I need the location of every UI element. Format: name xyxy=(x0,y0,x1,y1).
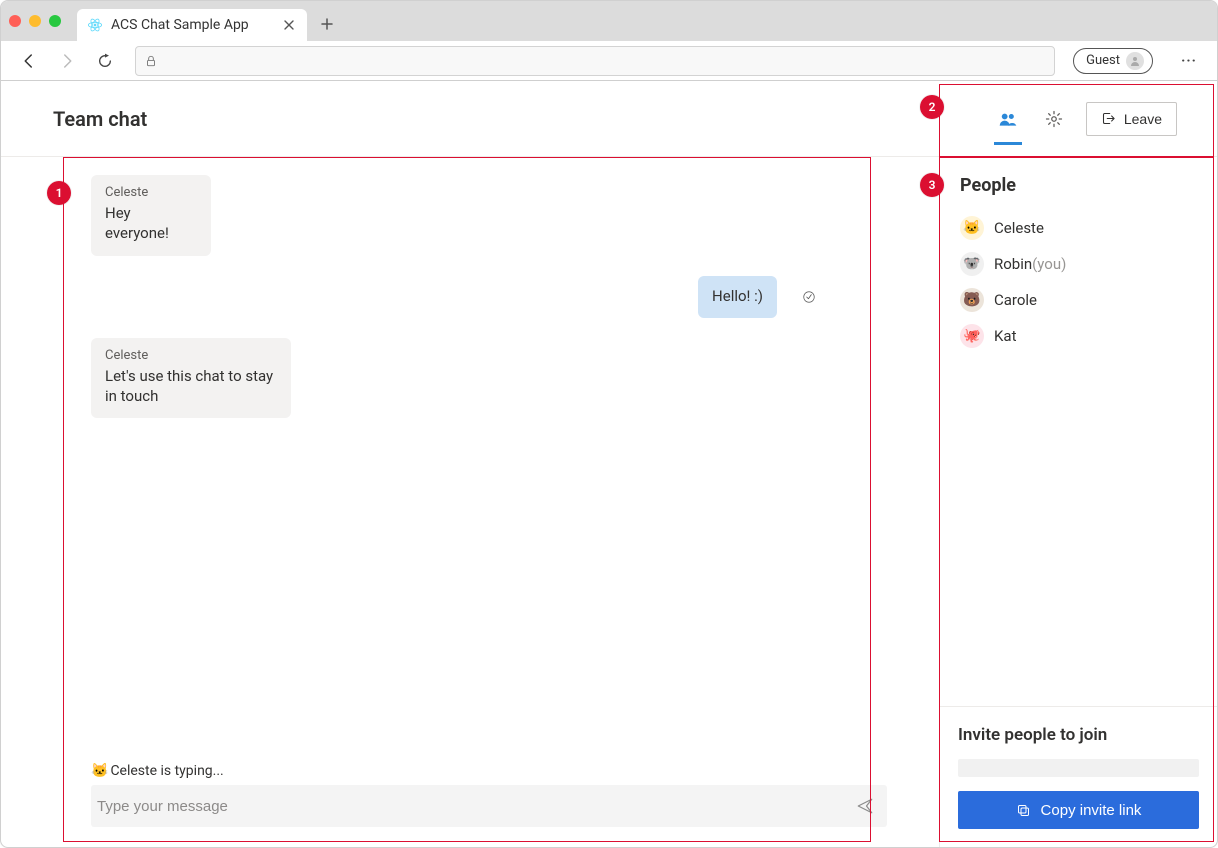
react-favicon-icon xyxy=(87,17,103,33)
address-bar: Guest ··· xyxy=(1,41,1217,81)
person-row[interactable]: 🐨 Robin(you) xyxy=(958,246,1199,282)
message-text: Hey everyone! xyxy=(105,203,197,244)
header-actions: Leave xyxy=(994,101,1177,137)
app-root: 1 2 3 Team chat Leave xyxy=(1,81,1217,847)
window-close-icon[interactable] xyxy=(9,15,21,27)
message-row: Hello! :) xyxy=(91,276,887,318)
tab-bar: ACS Chat Sample App xyxy=(1,1,1217,41)
leave-button-label: Leave xyxy=(1124,111,1162,127)
person-row[interactable]: 🐙 Kat xyxy=(958,318,1199,354)
person-avatar-icon: 🐙 xyxy=(960,324,984,348)
settings-tab-button[interactable] xyxy=(1040,101,1068,137)
window-controls xyxy=(9,15,61,27)
people-heading: People xyxy=(960,175,1199,196)
message-sender: Celeste xyxy=(105,348,277,363)
message-bubble-outgoing: Hello! :) xyxy=(698,276,777,318)
message-text: Hello! :) xyxy=(712,286,763,306)
browser-tab[interactable]: ACS Chat Sample App xyxy=(77,9,307,41)
lock-icon xyxy=(144,54,158,68)
message-sender: Celeste xyxy=(105,185,197,200)
message-input[interactable] xyxy=(97,798,853,815)
callout-1: 1 xyxy=(47,181,71,205)
leave-icon xyxy=(1101,111,1116,126)
typing-avatar-icon: 🐱 xyxy=(91,763,108,779)
you-suffix: (you) xyxy=(1032,255,1066,273)
main-content: 🐱 Celeste Hey everyone! Hello! :) xyxy=(1,157,1217,847)
person-avatar-icon: 🐱 xyxy=(960,216,984,240)
message-row: 🐱 Celeste Hey everyone! xyxy=(91,175,887,256)
window-minimize-icon[interactable] xyxy=(29,15,41,27)
send-button[interactable] xyxy=(853,794,877,818)
guest-label: Guest xyxy=(1086,53,1120,68)
person-name: Carole xyxy=(994,291,1037,309)
typing-text: Celeste is typing... xyxy=(110,763,223,779)
person-row[interactable]: 🐱 Celeste xyxy=(958,210,1199,246)
sidebar-body: People 🐱 Celeste 🐨 Robin(you) 🐻 Carole 🐙 Kat xyxy=(940,157,1217,706)
copy-invite-link-label: Copy invite link xyxy=(1041,802,1142,819)
people-list: 🐱 Celeste 🐨 Robin(you) 🐻 Carole 🐙 Kat xyxy=(958,210,1199,354)
person-name: Robin(you) xyxy=(994,255,1066,273)
profile-button[interactable]: Guest xyxy=(1073,48,1153,74)
app-header: Team chat Leave xyxy=(1,81,1217,157)
new-tab-button[interactable] xyxy=(313,10,341,38)
tab-title: ACS Chat Sample App xyxy=(111,17,273,33)
invite-link-field[interactable] xyxy=(958,759,1199,777)
more-menu-button[interactable]: ··· xyxy=(1177,49,1201,73)
message-bubble-incoming: Celeste Hey everyone! xyxy=(91,175,211,256)
message-row: 🐱 Celeste Let's use this chat to stay in… xyxy=(91,338,887,419)
message-bubble-incoming: Celeste Let's use this chat to stay in t… xyxy=(91,338,291,419)
copy-invite-link-button[interactable]: Copy invite link xyxy=(958,791,1199,829)
callout-2: 2 xyxy=(920,95,944,119)
person-name: Kat xyxy=(994,327,1016,345)
person-avatar-icon: 🐨 xyxy=(960,252,984,276)
person-row[interactable]: 🐻 Carole xyxy=(958,282,1199,318)
browser-window: ACS Chat Sample App Guest xyxy=(0,0,1218,848)
invite-heading: Invite people to join xyxy=(958,725,1199,745)
typing-indicator: 🐱 Celeste is typing... xyxy=(91,763,887,779)
leave-button[interactable]: Leave xyxy=(1086,102,1177,136)
person-name: Celeste xyxy=(994,219,1044,237)
message-list: 🐱 Celeste Hey everyone! Hello! :) xyxy=(91,175,887,763)
message-text: Let's use this chat to stay in touch xyxy=(105,366,277,407)
people-sidebar: People 🐱 Celeste 🐨 Robin(you) 🐻 Carole 🐙 Kat In… xyxy=(939,157,1217,847)
window-zoom-icon[interactable] xyxy=(49,15,61,27)
back-button[interactable] xyxy=(17,49,41,73)
invite-section: Invite people to join Copy invite link xyxy=(940,706,1217,847)
forward-button[interactable] xyxy=(55,49,79,73)
message-status-icon xyxy=(801,289,817,305)
user-avatar-icon xyxy=(1126,52,1144,70)
people-tab-button[interactable] xyxy=(994,101,1022,137)
callout-3: 3 xyxy=(920,173,944,197)
refresh-button[interactable] xyxy=(93,49,117,73)
page-title: Team chat xyxy=(53,107,147,131)
person-avatar-icon: 🐻 xyxy=(960,288,984,312)
url-field[interactable] xyxy=(135,46,1055,76)
copy-icon xyxy=(1016,803,1031,818)
tab-close-icon[interactable] xyxy=(281,17,297,33)
chat-area: 🐱 Celeste Hey everyone! Hello! :) xyxy=(1,157,939,847)
message-composer xyxy=(91,785,887,827)
